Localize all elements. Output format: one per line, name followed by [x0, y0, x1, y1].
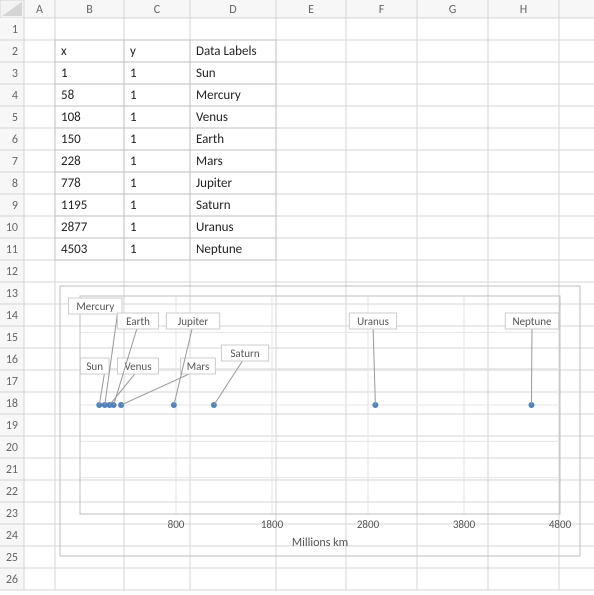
row-header[interactable]: 5 — [12, 111, 18, 125]
column-header[interactable]: F — [379, 3, 385, 17]
data-label: Venus — [124, 360, 151, 373]
row-header[interactable]: 24 — [6, 529, 18, 543]
column-header[interactable]: H — [520, 3, 527, 17]
row-header[interactable]: 3 — [12, 67, 18, 81]
cell-y[interactable]: 1 — [130, 220, 137, 235]
leader-line — [121, 370, 198, 405]
data-label: Saturn — [230, 347, 260, 360]
data-label: Jupiter — [178, 315, 209, 328]
row-header[interactable]: 17 — [6, 375, 18, 389]
cell-label[interactable]: Jupiter — [196, 176, 232, 191]
cell-y[interactable]: 1 — [130, 66, 137, 81]
cell-label[interactable]: Mars — [196, 154, 223, 169]
data-label: Earth — [126, 315, 150, 328]
row-header[interactable]: 8 — [12, 177, 18, 191]
cell-label[interactable]: Neptune — [196, 242, 242, 257]
spreadsheet-area: ABCDEFGH 1234567891011121314151617181920… — [0, 0, 594, 595]
spreadsheet-svg: ABCDEFGH 1234567891011121314151617181920… — [0, 0, 594, 595]
data-label: Mercury — [76, 300, 114, 313]
cell-x[interactable]: 1195 — [61, 198, 87, 213]
column-headers[interactable]: A B C D E F G H — [0, 0, 594, 18]
cell-x[interactable]: 228 — [61, 154, 81, 169]
cell-y[interactable]: 1 — [130, 154, 137, 169]
x-tick-label: 3800 — [453, 518, 476, 531]
cell-label[interactable]: Uranus — [196, 220, 234, 235]
row-header[interactable]: 26 — [6, 573, 18, 587]
row-header[interactable]: 4 — [12, 89, 18, 103]
column-header[interactable]: D — [229, 3, 236, 17]
row-header[interactable]: 10 — [6, 221, 18, 235]
leader-line — [373, 325, 375, 405]
x-axis-title: Millions km — [292, 536, 348, 550]
data-label: Mars — [187, 360, 210, 373]
leader-line — [214, 357, 245, 405]
cell-x[interactable]: 4503 — [61, 242, 88, 257]
row-header[interactable]: 7 — [12, 155, 18, 169]
x-tick-label: 4800 — [549, 518, 572, 531]
column-header[interactable]: E — [308, 3, 314, 17]
x-tick-label: 2800 — [357, 518, 380, 531]
column-header[interactable]: B — [86, 3, 93, 17]
cell-y[interactable]: 1 — [130, 242, 137, 257]
data-label: Sun — [86, 360, 103, 373]
column-header[interactable]: A — [36, 3, 43, 17]
cell-y[interactable]: 1 — [130, 198, 137, 213]
cell-y[interactable]: 1 — [130, 132, 137, 147]
cell-y[interactable]: 1 — [130, 176, 137, 191]
row-header[interactable]: 20 — [6, 441, 18, 455]
row-header[interactable]: 22 — [6, 485, 18, 499]
x-tick-label: 800 — [168, 518, 185, 531]
data-label: Neptune — [512, 315, 552, 328]
row-header[interactable]: 23 — [6, 507, 18, 521]
row-header[interactable]: 19 — [6, 419, 18, 433]
column-header[interactable]: G — [449, 3, 457, 17]
row-header[interactable]: 2 — [12, 45, 18, 59]
cell-x[interactable]: 150 — [61, 132, 81, 147]
row-header[interactable]: 9 — [12, 199, 18, 213]
cell-label[interactable]: Earth — [196, 132, 224, 147]
row-header[interactable]: 15 — [6, 331, 18, 345]
row-header[interactable]: 14 — [6, 309, 18, 323]
header-labels[interactable]: Data Labels — [196, 44, 257, 59]
cell-x[interactable]: 2877 — [61, 220, 88, 235]
row-header[interactable]: 12 — [6, 265, 18, 279]
cell-label[interactable]: Saturn — [196, 198, 231, 213]
leader-line — [531, 325, 532, 405]
cell-label[interactable]: Venus — [196, 110, 228, 125]
cell-x[interactable]: 108 — [61, 110, 81, 125]
cell-y[interactable]: 1 — [130, 110, 137, 125]
leader-line — [99, 370, 105, 405]
x-tick-label: 1800 — [261, 518, 284, 531]
row-header[interactable]: 18 — [6, 397, 18, 411]
row-header[interactable]: 25 — [6, 551, 18, 565]
row-header[interactable]: 11 — [6, 243, 18, 257]
header-x[interactable]: x — [61, 44, 67, 59]
row-header[interactable]: 16 — [6, 353, 18, 367]
cell-label[interactable]: Sun — [196, 66, 216, 81]
cell-label[interactable]: Mercury — [196, 88, 241, 103]
data-label: Uranus — [357, 315, 389, 328]
cell-x[interactable]: 58 — [61, 88, 75, 103]
row-header[interactable]: 13 — [6, 287, 18, 301]
cell-y[interactable]: 1 — [130, 88, 137, 103]
cell-x[interactable]: 778 — [61, 176, 81, 191]
data-table[interactable]: x y Data Labels 1 1 Sun 58 1 Mercury 108 1 Venus 150… — [55, 40, 276, 260]
row-headers[interactable]: 1234567891011121314151617181920212223242… — [0, 0, 24, 590]
header-y[interactable]: y — [130, 44, 136, 59]
cell-x[interactable]: 1 — [61, 66, 68, 81]
row-header[interactable]: 6 — [12, 133, 18, 147]
column-header[interactable]: C — [154, 3, 161, 17]
row-header[interactable]: 21 — [6, 463, 18, 477]
row-header[interactable]: 1 — [12, 23, 18, 37]
